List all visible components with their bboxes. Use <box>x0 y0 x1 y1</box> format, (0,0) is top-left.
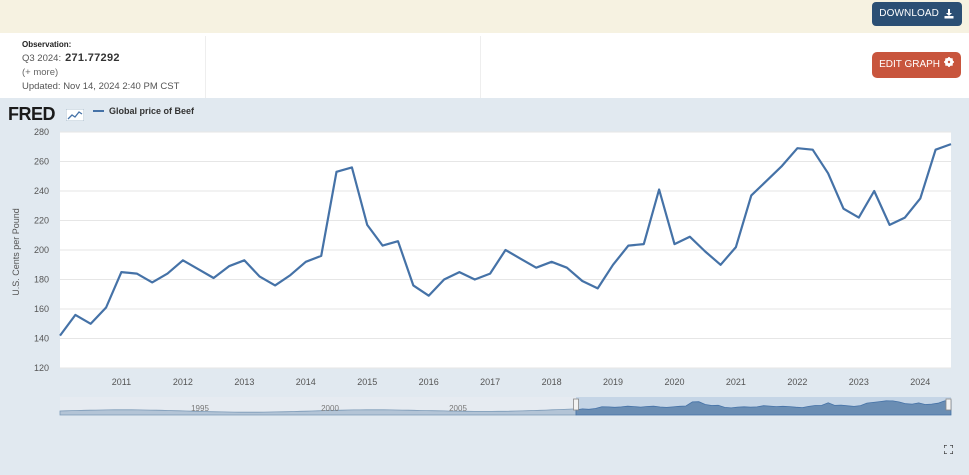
y-tick-label: 220 <box>34 216 49 226</box>
x-tick-label: 2017 <box>480 377 500 387</box>
y-axis-label: U.S. Cents per Pound <box>11 208 21 296</box>
y-tick-label: 260 <box>34 157 49 167</box>
x-tick-label: 2020 <box>664 377 684 387</box>
y-tick-label: 160 <box>34 304 49 314</box>
x-tick-label: 2021 <box>726 377 746 387</box>
x-tick-label: 2016 <box>419 377 439 387</box>
x-tick-label: 2014 <box>296 377 316 387</box>
x-tick-label: 2022 <box>787 377 807 387</box>
x-tick-label: 2011 <box>112 377 131 387</box>
y-tick-label: 140 <box>34 334 49 344</box>
x-tick-label: 2019 <box>603 377 623 387</box>
y-tick-label: 180 <box>34 275 49 285</box>
y-tick-label: 120 <box>34 363 49 373</box>
navigator[interactable]: 1995 2000 2005 <box>59 397 952 416</box>
fullscreen-icon[interactable] <box>943 441 954 459</box>
x-tick-label: 2015 <box>357 377 377 387</box>
navigator-handle-right[interactable] <box>945 398 952 411</box>
x-tick-label: 2018 <box>542 377 562 387</box>
navigator-label: 1995 <box>191 404 209 413</box>
y-tick-label: 200 <box>34 245 49 255</box>
navigator-label: 2000 <box>321 404 339 413</box>
navigator-handle-left[interactable] <box>573 398 579 411</box>
x-tick-label: 2012 <box>173 377 193 387</box>
x-tick-label: 2013 <box>234 377 254 387</box>
y-tick-label: 280 <box>34 127 49 137</box>
line-chart[interactable]: 120 140 160 180 200 220 240 260 280 2011 2012 2013… <box>0 0 969 475</box>
x-tick-label: 2024 <box>910 377 930 387</box>
y-tick-label: 240 <box>34 186 49 196</box>
x-tick-label: 2023 <box>849 377 869 387</box>
navigator-label: 2005 <box>449 404 467 413</box>
